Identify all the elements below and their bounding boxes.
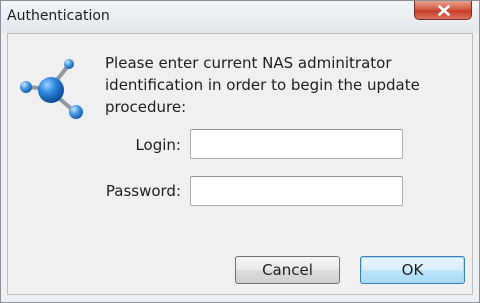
title-bar[interactable]: Authentication xyxy=(1,1,479,33)
dialog-body: Please enter current NAS adminitrator id… xyxy=(7,33,473,295)
close-button[interactable] xyxy=(414,1,472,20)
login-label: Login: xyxy=(135,136,181,154)
instruction-text: Please enter current NAS adminitrator id… xyxy=(105,54,420,116)
window-title: Authentication xyxy=(7,8,110,24)
authentication-dialog: Authentication Please enter current NAS … xyxy=(0,0,480,303)
close-icon xyxy=(438,5,450,16)
network-node-icon xyxy=(20,59,83,119)
password-label: Password: xyxy=(105,182,181,200)
cancel-button[interactable]: Cancel xyxy=(235,256,340,284)
password-input[interactable] xyxy=(190,176,403,206)
ok-button[interactable]: OK xyxy=(360,256,465,284)
login-input[interactable] xyxy=(190,129,403,159)
